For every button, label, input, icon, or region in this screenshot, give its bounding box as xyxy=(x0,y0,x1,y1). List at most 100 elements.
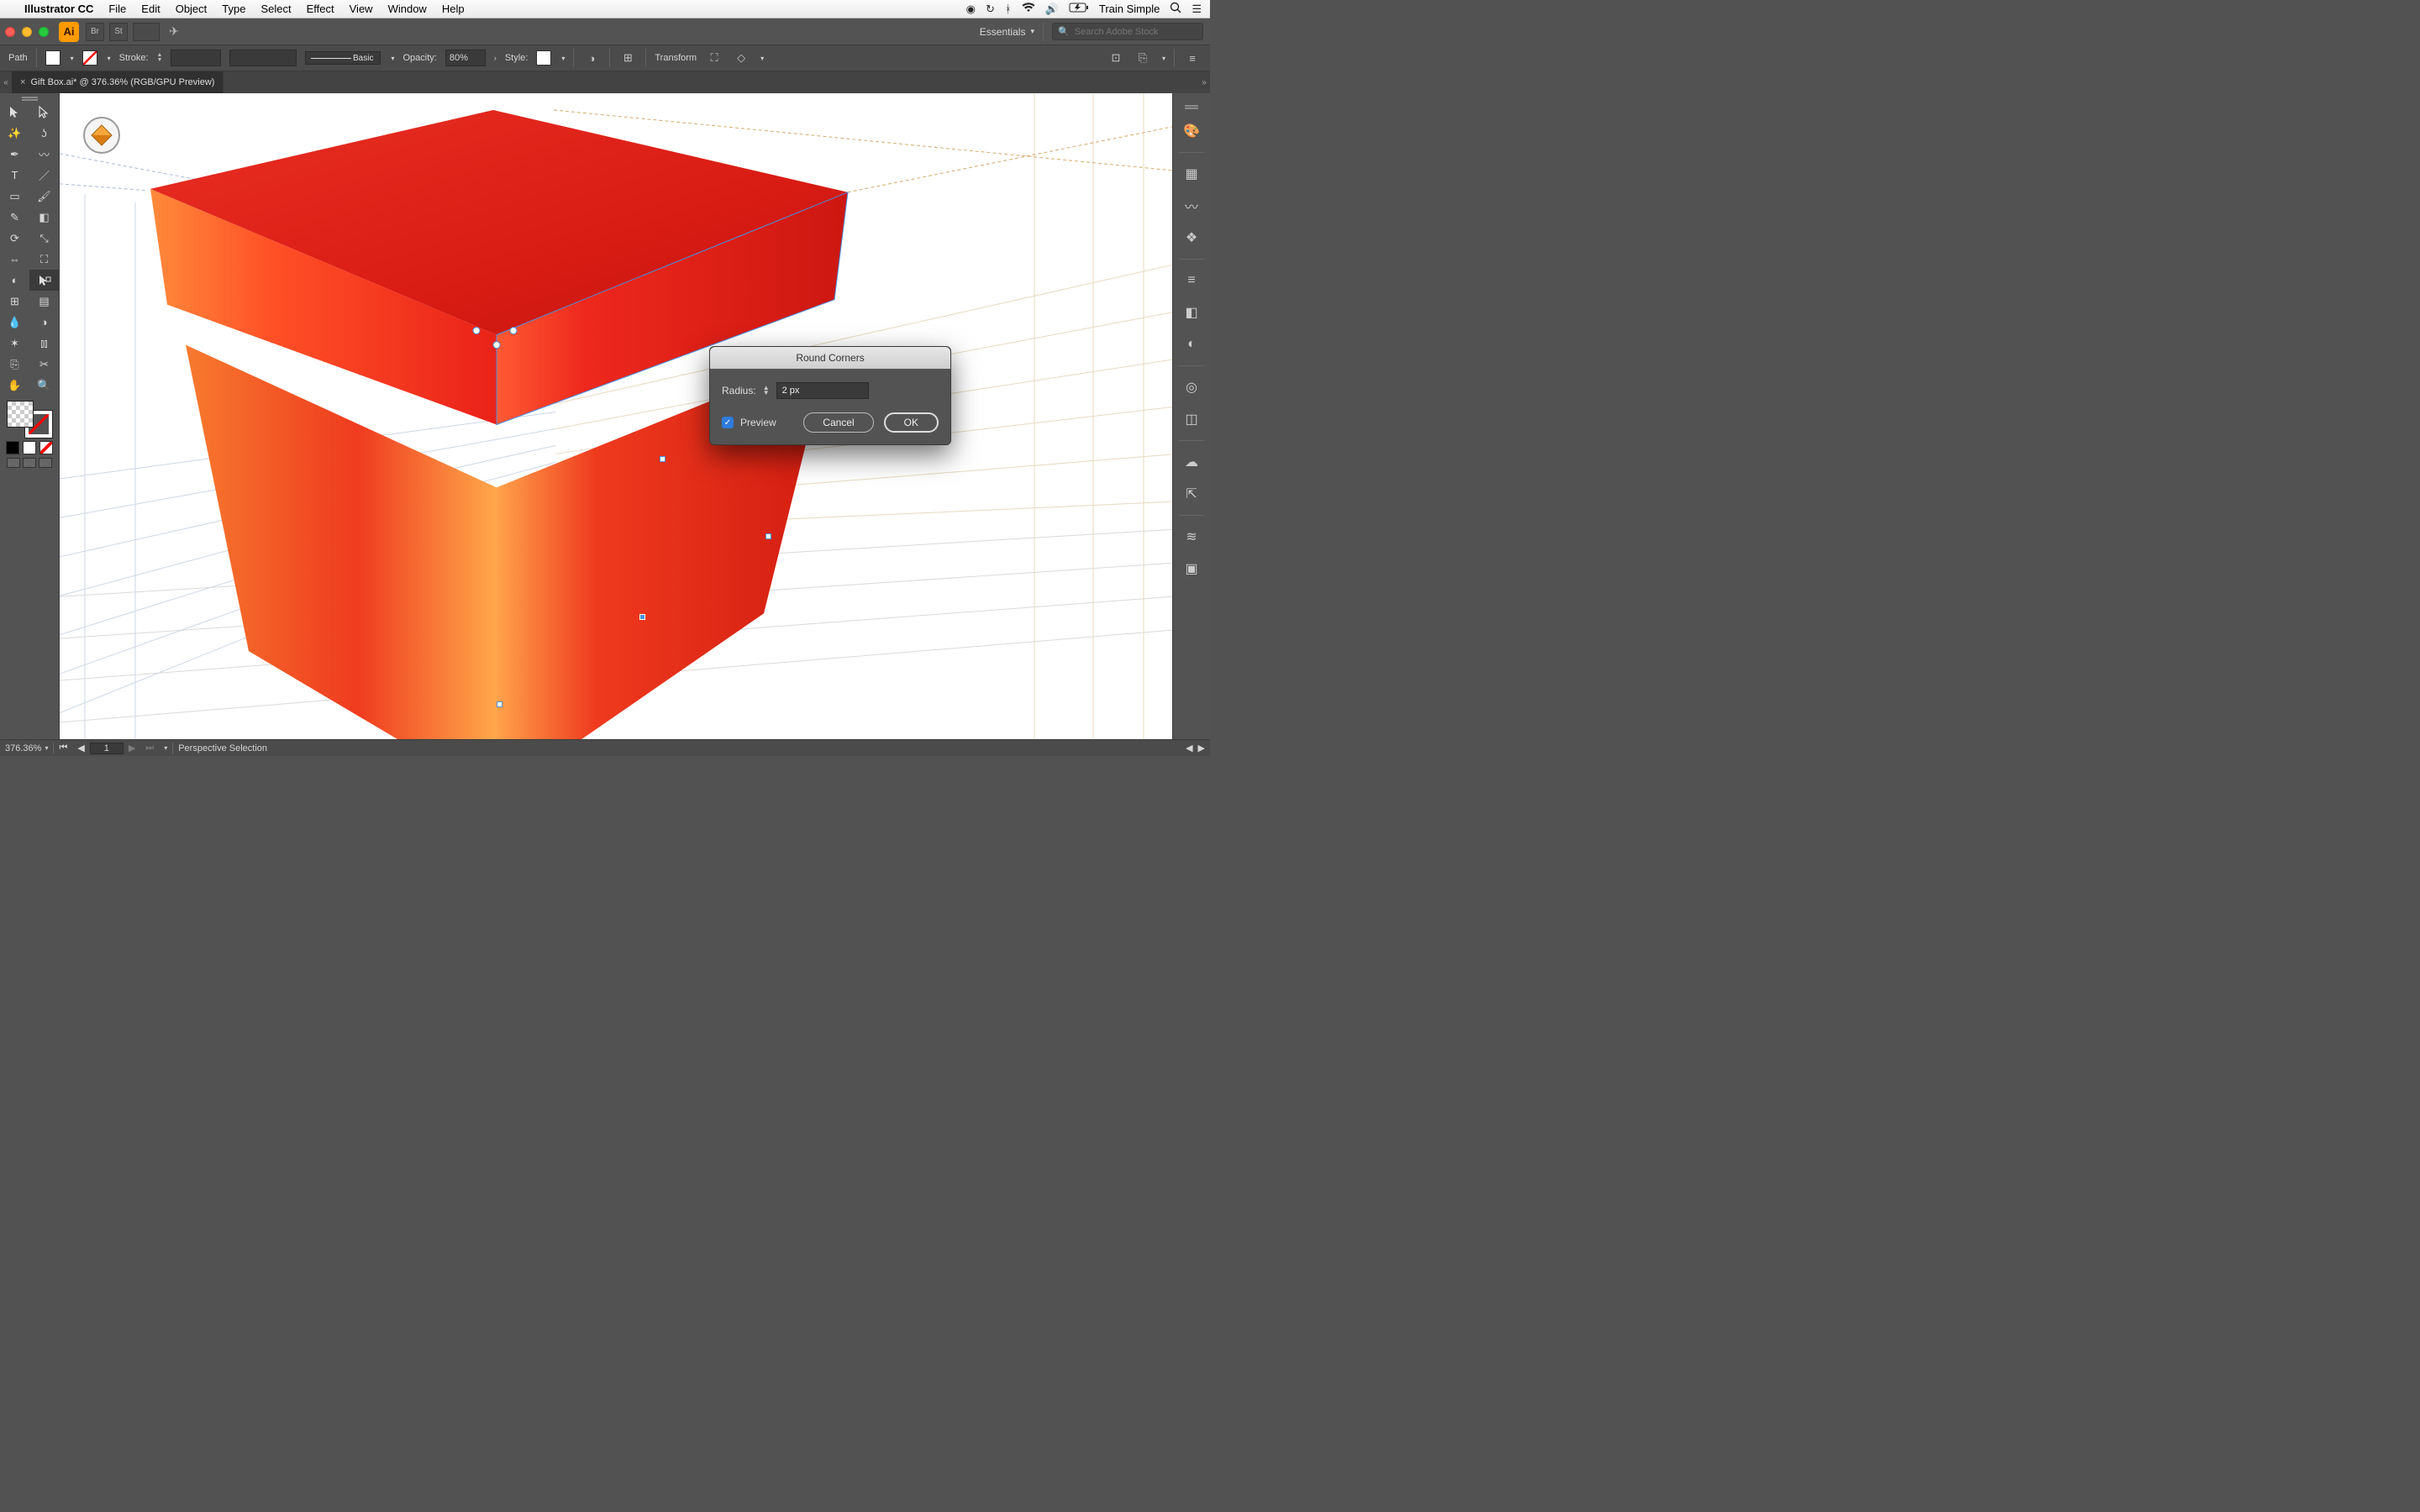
artboard-canvas[interactable] xyxy=(60,93,1172,739)
tools-panel-grip[interactable] xyxy=(0,93,60,102)
selection-handle[interactable] xyxy=(765,533,771,539)
preview-checkbox[interactable]: ✓ xyxy=(722,417,734,428)
stroke-panel-icon[interactable]: ≡ xyxy=(1181,270,1202,291)
column-graph-tool[interactable]: ⫾⫾ xyxy=(29,333,59,354)
symbol-sprayer-tool[interactable]: ✶ xyxy=(0,333,29,354)
curvature-tool[interactable]: 〰 xyxy=(29,144,59,165)
stock-search-field[interactable]: 🔍 xyxy=(1052,23,1203,40)
cc-libraries-panel-icon[interactable]: ☁ xyxy=(1181,451,1202,473)
pencil-tool[interactable]: ✎ xyxy=(0,207,29,228)
wifi-icon[interactable] xyxy=(1022,3,1035,15)
selection-handle[interactable] xyxy=(660,456,666,462)
window-minimize-button[interactable] xyxy=(22,27,32,37)
hand-tool[interactable]: ✋ xyxy=(0,375,29,396)
opacity-chevron-icon[interactable]: › xyxy=(494,54,497,62)
menu-object[interactable]: Object xyxy=(168,3,215,15)
current-tool-label[interactable]: Perspective Selection xyxy=(173,743,272,753)
free-transform-tool[interactable]: ⛶ xyxy=(29,249,59,270)
menu-view[interactable]: View xyxy=(342,3,381,15)
draw-mode-front[interactable] xyxy=(23,458,36,468)
asset-export-panel-icon[interactable]: ⇱ xyxy=(1181,483,1202,505)
graphic-styles-panel-icon[interactable]: ◫ xyxy=(1181,408,1202,430)
blend-tool[interactable]: ◑ xyxy=(29,312,59,333)
volume-icon[interactable]: 🔊 xyxy=(1045,3,1059,16)
gradient-tool[interactable]: ▤ xyxy=(29,291,59,312)
app-menu-name[interactable]: Illustrator CC xyxy=(17,3,101,15)
menu-select[interactable]: Select xyxy=(253,3,298,15)
edit-clipping-icon[interactable]: ⎘ xyxy=(1134,49,1152,67)
eyedropper-tool[interactable]: 💧 xyxy=(0,312,29,333)
spotlight-icon[interactable] xyxy=(1170,2,1181,16)
zoom-tool[interactable]: 🔍 xyxy=(29,375,59,396)
stroke-color-swatch[interactable] xyxy=(82,50,97,66)
gpu-preview-icon[interactable]: ✈ xyxy=(165,23,183,41)
scroll-right-icon[interactable]: ▶ xyxy=(1198,743,1205,753)
document-tab[interactable]: × Gift Box.ai* @ 376.36% (RGB/GPU Previe… xyxy=(12,71,224,93)
slice-tool[interactable]: ✂ xyxy=(29,354,59,375)
selection-tool[interactable] xyxy=(0,102,29,123)
direct-selection-tool[interactable] xyxy=(29,102,59,123)
fill-proxy[interactable] xyxy=(7,401,34,428)
selection-handle[interactable] xyxy=(497,701,502,707)
menu-type[interactable]: Type xyxy=(214,3,253,15)
next-artboard-button[interactable]: ▶ xyxy=(124,743,140,753)
dialog-title[interactable]: Round Corners xyxy=(710,347,950,369)
magic-wand-tool[interactable]: ✨ xyxy=(0,123,29,144)
color-panel-icon[interactable]: 🎨 xyxy=(1181,120,1202,142)
bluetooth-icon[interactable]: ᚼ xyxy=(1005,3,1012,15)
menu-window[interactable]: Window xyxy=(381,3,434,15)
last-artboard-button[interactable]: ⏭ xyxy=(140,743,159,753)
arrange-documents-button[interactable] xyxy=(133,23,160,41)
screen-mode-normal[interactable] xyxy=(7,458,20,468)
cancel-button[interactable]: Cancel xyxy=(803,412,873,433)
artboard-index-field[interactable]: 1 xyxy=(90,743,124,754)
align-panel-icon[interactable]: ⊞ xyxy=(618,49,637,67)
stroke-weight-field[interactable] xyxy=(171,50,221,66)
radius-stepper[interactable]: ▲▼ xyxy=(763,386,770,396)
opacity-field[interactable]: 80% xyxy=(445,50,486,66)
collapse-right-dock[interactable]: » xyxy=(1198,78,1210,87)
symbols-panel-icon[interactable]: ❖ xyxy=(1181,227,1202,249)
menu-effect[interactable]: Effect xyxy=(299,3,342,15)
select-similar-icon[interactable]: ⊡ xyxy=(1107,49,1125,67)
battery-icon[interactable] xyxy=(1069,3,1089,15)
brushes-panel-icon[interactable]: 〰 xyxy=(1181,195,1202,217)
mac-account-name[interactable]: Train Simple xyxy=(1099,3,1160,15)
scroll-left-icon[interactable]: ◀ xyxy=(1186,743,1192,753)
color-mode-color[interactable] xyxy=(6,441,19,454)
selection-handle[interactable] xyxy=(639,614,645,620)
width-tool[interactable]: ⇔ xyxy=(0,249,29,270)
chevron-down-icon[interactable]: ▾ xyxy=(71,55,74,62)
lasso-tool[interactable]: ʖ xyxy=(29,123,59,144)
shape-builder-tool[interactable]: ◐ xyxy=(0,270,29,291)
perspective-selection-tool[interactable] xyxy=(29,270,59,291)
layers-panel-icon[interactable]: ≋ xyxy=(1181,526,1202,548)
zoom-level[interactable]: 376.36% ▾ xyxy=(0,743,53,753)
mesh-tool[interactable]: ⊞ xyxy=(0,291,29,312)
brush-definition[interactable]: Basic xyxy=(305,51,381,65)
notification-center-icon[interactable]: ☰ xyxy=(1192,3,1202,16)
chevron-down-icon[interactable]: ▾ xyxy=(391,55,394,62)
paintbrush-tool[interactable]: 🖌 xyxy=(29,186,59,207)
chevron-down-icon[interactable]: ▾ xyxy=(760,55,764,62)
bridge-button[interactable]: Br xyxy=(86,23,104,41)
artboard-tool[interactable]: ⎘ xyxy=(0,354,29,375)
fill-color-swatch[interactable] xyxy=(45,50,60,66)
artboards-panel-icon[interactable]: ▣ xyxy=(1181,558,1202,580)
time-machine-icon[interactable]: ↻ xyxy=(986,3,995,16)
cc-sync-icon[interactable]: ◉ xyxy=(966,3,976,16)
chevron-down-icon[interactable]: ▾ xyxy=(561,55,565,62)
perspective-plane-widget[interactable] xyxy=(83,117,120,154)
variable-width-profile[interactable] xyxy=(229,50,297,66)
menu-help[interactable]: Help xyxy=(434,3,472,15)
isolate-icon[interactable]: ◇ xyxy=(732,49,750,67)
eraser-tool[interactable]: ◧ xyxy=(29,207,59,228)
stock-search-input[interactable] xyxy=(1075,27,1197,37)
color-mode-gradient[interactable] xyxy=(23,441,36,454)
prev-artboard-button[interactable]: ◀ xyxy=(72,743,89,753)
graphic-style-swatch[interactable] xyxy=(536,50,551,66)
chevron-down-icon[interactable]: ▾ xyxy=(1162,55,1165,62)
swatches-panel-icon[interactable]: ▦ xyxy=(1181,163,1202,185)
draw-mode-inside[interactable] xyxy=(39,458,52,468)
stroke-stepper[interactable]: ▲▼ xyxy=(157,53,163,63)
